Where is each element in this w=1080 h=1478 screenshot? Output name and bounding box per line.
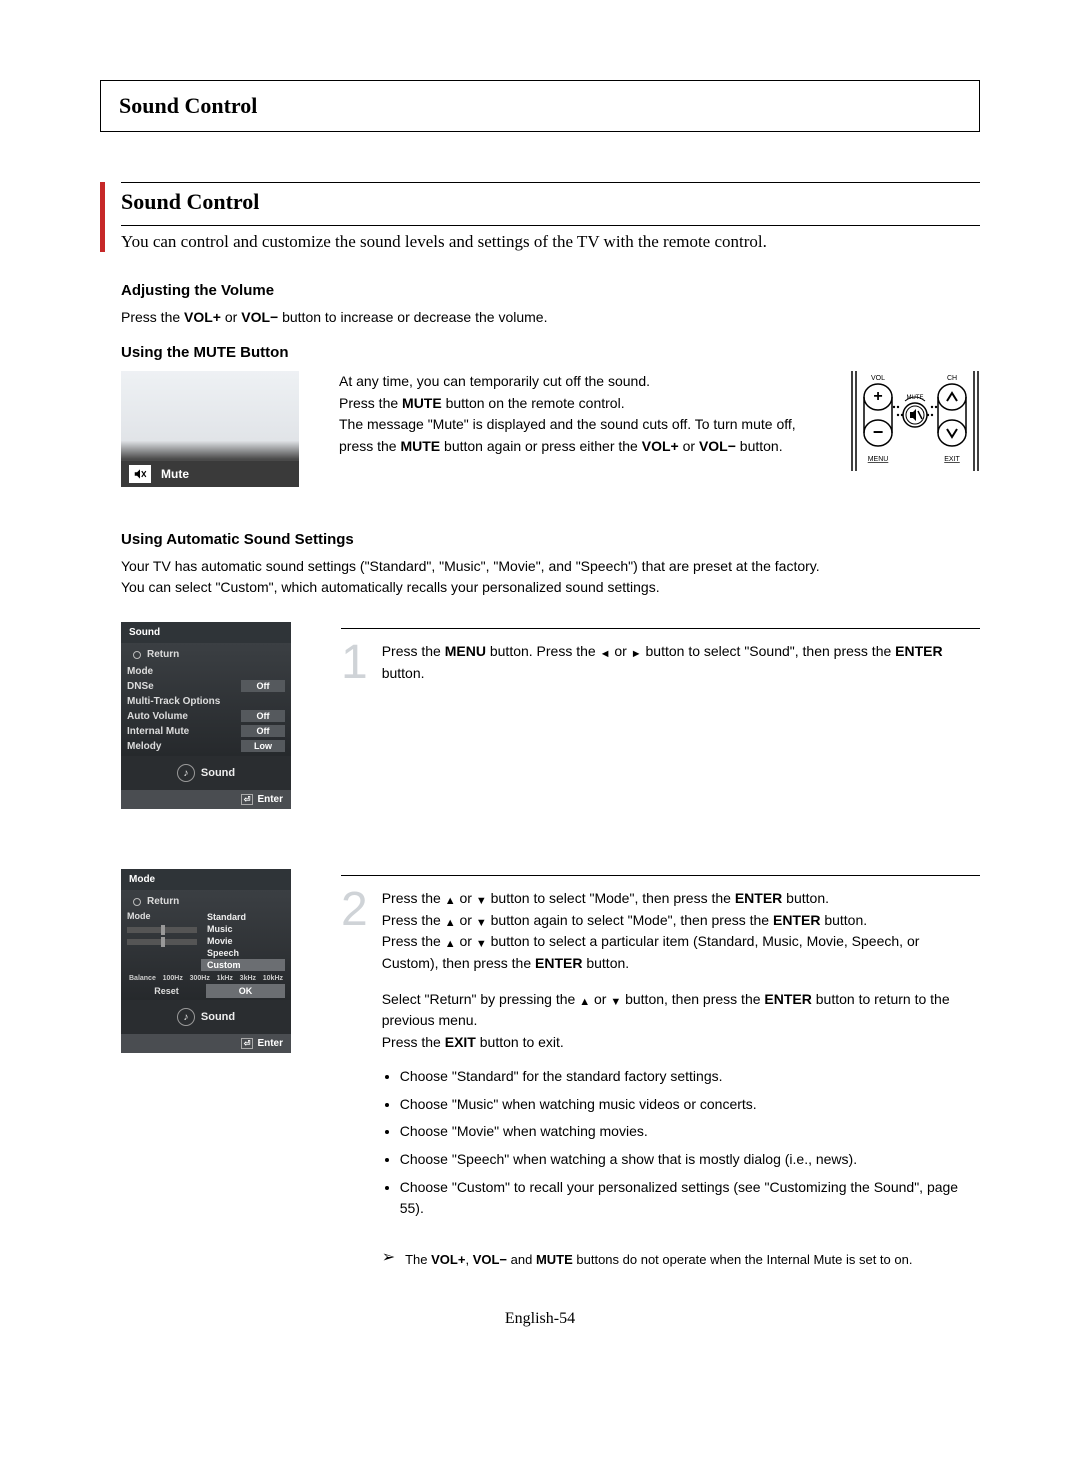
note-icon: ➢ [382,1250,395,1266]
mode-option: Music [201,923,285,935]
list-item: Choose "Custom" to recall your personali… [400,1177,980,1220]
sound-icon: ♪ [177,1008,195,1026]
list-item: Choose "Music" when watching music video… [400,1094,980,1116]
osd-mode-menu: Mode Return Mode Standard Music [121,869,291,1053]
mute-heading: Using the MUTE Button [121,344,980,361]
arrow-up-icon: ▲ [445,936,456,953]
adjust-volume-heading: Adjusting the Volume [121,282,980,299]
auto-sound-heading: Using Automatic Sound Settings [121,531,980,548]
step-2-text: Press the ▲ or ▼ button to select "Mode"… [382,888,980,1270]
arrow-left-icon: ◄ [600,646,611,663]
osd2-mid: ♪Sound [121,1000,291,1034]
osd1-title: Sound [121,622,291,643]
slider-icon [127,927,197,933]
arrow-right-icon: ► [631,646,642,663]
osd1-return: Return [133,649,285,660]
arrow-down-icon: ▼ [610,994,621,1011]
arrow-up-icon: ▲ [579,994,590,1011]
chapter-header: Sound Control [100,80,980,132]
mode-option: Movie [201,935,285,947]
section-header: Sound Control You can control and custom… [100,182,980,252]
page-footer: English-54 [100,1310,980,1328]
remote-menu-label: MENU [868,456,889,463]
step-2-number: 2 [341,888,368,931]
list-item: Choose "Speech" when watching a show tha… [400,1149,980,1171]
mode-option-selected: Custom [201,959,285,971]
chapter-title: Sound Control [119,93,961,119]
list-item: Choose "Movie" when watching movies. [400,1121,980,1143]
remote-ch-label: CH [947,375,957,382]
mute-icon [129,465,151,483]
mode-option: Standard [201,911,285,923]
mute-description: At any time, you can temporarily cut off… [339,371,810,458]
osd1-mid: ♪Sound [121,756,291,790]
section-accent-bar [100,182,105,252]
osd2-eq-labels: Balance 100Hz 300Hz 1kHz 3kHz 10kHz [127,975,285,982]
mute-osd-caption: Mute [121,461,299,487]
osd2-reset: Reset [127,984,206,998]
mode-option: Speech [201,947,285,959]
osd2-return: Return [133,896,285,907]
osd2-title: Mode [121,869,291,890]
svg-text:+: + [873,388,882,405]
mode-bullet-list: Choose "Standard" for the standard facto… [382,1066,980,1220]
remote-figure: + − VOL CH [850,371,980,471]
section-intro: You can control and customize the sound … [121,232,980,252]
step-1-number: 1 [341,641,368,684]
list-item: Choose "Standard" for the standard facto… [400,1066,980,1088]
mute-osd-label: Mute [161,467,189,481]
arrow-up-icon: ▲ [445,915,456,932]
mute-osd-figure: Mute [121,371,299,487]
section-title: Sound Control [121,189,980,215]
arrow-up-icon: ▲ [445,893,456,910]
auto-sound-intro: Your TV has automatic sound settings ("S… [121,556,980,598]
arrow-down-icon: ▼ [476,915,487,932]
osd2-ok: OK [206,984,285,998]
slider-icon [127,939,197,945]
adjust-volume-text: Press the VOL+ or VOL− button to increas… [121,307,980,328]
step-1-text: Press the MENU button. Press the ◄ or ► … [382,641,980,694]
sound-icon: ♪ [177,764,195,782]
svg-text:−: − [873,422,884,442]
arrow-down-icon: ▼ [476,936,487,953]
note: ➢ The VOL+, VOL− and MUTE buttons do not… [382,1250,980,1270]
remote-exit-label: EXIT [944,456,960,463]
osd2-footer: ⏎Enter [121,1034,291,1053]
osd1-footer: ⏎Enter [121,790,291,809]
arrow-down-icon: ▼ [476,893,487,910]
remote-vol-label: VOL [871,375,885,382]
osd-sound-menu: Sound Return Mode DNSeOff Multi-Track Op… [121,622,291,809]
